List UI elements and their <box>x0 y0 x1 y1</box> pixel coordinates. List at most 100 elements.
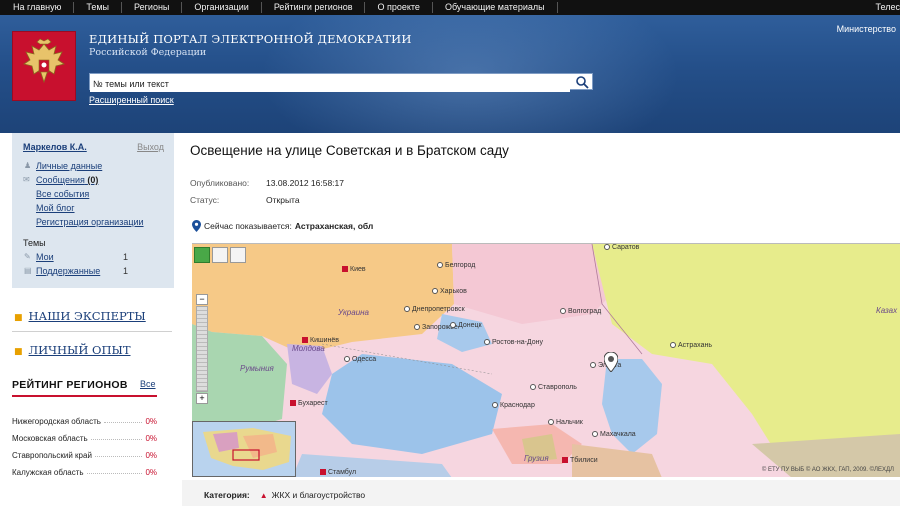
map-location-marker-icon[interactable] <box>604 352 618 372</box>
map-label-country: Грузия <box>524 454 549 463</box>
nav-regions[interactable]: Регионы <box>122 2 183 13</box>
ministry-link[interactable]: Министерство <box>837 24 896 34</box>
personal-data-link[interactable]: Личные данные <box>36 161 102 171</box>
org-registration-link[interactable]: Регистрация организации <box>36 217 144 227</box>
supported-topics-link[interactable]: Поддержанные <box>36 266 100 276</box>
map-label-city: Ставрополь <box>530 384 577 391</box>
map-label-city: Астрахань <box>670 342 712 349</box>
user-panel: Маркелов К.А. Выход ♟ Личные данные ✉ Со… <box>12 133 174 288</box>
portal-subtitle: Российской Федерации <box>89 47 207 58</box>
status-label: Статус: <box>190 195 220 205</box>
experience-link[interactable]: ■ ЛИЧНЫЙ ОПЫТ <box>14 343 131 357</box>
zoom-out-button[interactable]: − <box>196 294 208 305</box>
map-label-city: Бухарест <box>290 400 328 407</box>
rating-heading: РЕЙТИНГ РЕГИОНОВ <box>12 379 128 391</box>
published-label: Опубликовано: <box>190 178 250 188</box>
experts-link[interactable]: ■ НАШИ ЭКСПЕРТЫ <box>14 309 146 323</box>
showing-label: Сейчас показывается: <box>204 221 292 231</box>
advanced-search-link[interactable]: Расширенный поиск <box>89 95 174 105</box>
messages-count: (0) <box>87 175 99 185</box>
my-blog-link[interactable]: Мой блог <box>36 203 75 213</box>
region-name: Ставропольский край <box>12 451 92 460</box>
rating-all-link[interactable]: Все <box>140 379 156 389</box>
map-label-country: Казах <box>876 306 898 315</box>
map-label-city: Одесса <box>344 356 376 363</box>
envelope-icon: ✉ <box>23 175 30 184</box>
region-name: Нижегородская область <box>12 417 101 426</box>
map-canvas <box>192 244 900 477</box>
region-percent: 0% <box>145 451 157 460</box>
experts-label: НАШИ ЭКСПЕРТЫ <box>28 309 146 323</box>
map-label-city: Днепропетровск <box>404 306 465 313</box>
zoom-slider[interactable] <box>196 306 208 392</box>
map-label-city: Краснодар <box>492 402 535 409</box>
category-label: Категория: <box>204 490 250 500</box>
messages-label: Сообщения <box>36 175 85 185</box>
logout-link[interactable]: Выход <box>137 142 164 152</box>
map-label-city: Кишинёв <box>302 337 339 344</box>
zoom-box-tool-button[interactable] <box>212 247 228 263</box>
map-copyright: © ЕТУ ПУ ВЫБ © АО ЖКХ, ГАП, 2009. ©ЛЕХДЛ <box>761 467 894 473</box>
rating-row[interactable]: Нижегородская область 0% <box>12 417 157 426</box>
map-label-city: Махачкала <box>592 431 636 438</box>
status-value: Открыта <box>266 195 300 205</box>
portal-title: ЕДИНЫЙ ПОРТАЛ ЭЛЕКТРОННОЙ ДЕМОКРАТИИ <box>89 32 412 46</box>
map-toolbar <box>194 247 246 263</box>
zoom-control: − + <box>196 294 208 404</box>
page-title: Освещение на улице Советская и в Братско… <box>190 143 509 158</box>
map-label-city: Стамбул <box>320 469 356 476</box>
rating-row[interactable]: Калужская область 0% <box>12 468 157 477</box>
username-link[interactable]: Маркелов К.А. <box>23 142 87 152</box>
coat-of-arms-logo[interactable] <box>12 31 76 101</box>
nav-topics[interactable]: Темы <box>74 2 123 13</box>
leader-dots <box>94 451 143 457</box>
supported-topics-count: 1 <box>122 266 128 276</box>
nav-home[interactable]: На главную <box>0 2 75 13</box>
nav-right-truncated[interactable]: Телес <box>876 0 900 15</box>
leader-dots <box>103 417 143 423</box>
eagle-icon <box>23 38 65 84</box>
nav-organizations[interactable]: Организации <box>182 2 262 13</box>
thumbs-up-icon: ▤ <box>24 266 32 275</box>
ruler-tool-button[interactable] <box>230 247 246 263</box>
search-input[interactable] <box>90 76 570 92</box>
leader-dots <box>90 434 143 440</box>
region-percent: 0% <box>145 417 157 426</box>
map-label-city: Нальчик <box>548 419 583 426</box>
zoom-in-button[interactable]: + <box>196 393 208 404</box>
region-name: Московская область <box>12 434 88 443</box>
topics-heading: Темы <box>23 238 46 248</box>
portal-header: ЕДИНЫЙ ПОРТАЛ ЭЛЕКТРОННОЙ ДЕМОКРАТИИ Рос… <box>0 15 900 133</box>
nav-learning[interactable]: Обучающие материалы <box>433 2 558 13</box>
category-value[interactable]: ЖКХ и благоустройство <box>272 490 365 500</box>
search-icon[interactable] <box>575 75 589 89</box>
rating-row[interactable]: Московская область 0% <box>12 434 157 443</box>
leader-dots <box>86 468 143 474</box>
pencil-icon: ✎ <box>24 252 31 261</box>
nav-region-ratings[interactable]: Рейтинги регионов <box>262 2 366 13</box>
map-label-city: Ростов-на-Дону <box>484 339 543 346</box>
page: На главную Темы Регионы Организации Рейт… <box>0 0 900 506</box>
pan-tool-button[interactable] <box>194 247 210 263</box>
map-label-city: Тбилиси <box>562 457 598 464</box>
my-topics-link[interactable]: Мои <box>36 252 54 262</box>
region-map[interactable]: − + Киев Белгород Днепропетровск Харьков… <box>192 243 900 477</box>
house-icon: ▲ <box>259 490 268 500</box>
messages-link[interactable]: Сообщения (0) <box>36 175 98 185</box>
minimap-canvas <box>193 422 295 476</box>
map-label-country: Украина <box>338 308 369 317</box>
all-events-link[interactable]: Все события <box>36 189 89 199</box>
nav-about[interactable]: О проекте <box>365 2 433 13</box>
bullet-icon: ■ <box>14 347 23 357</box>
overview-minimap[interactable] <box>192 421 296 477</box>
region-percent: 0% <box>145 434 157 443</box>
showing-location: Сейчас показывается: Астраханская, обл <box>192 220 373 232</box>
bullet-icon: ■ <box>14 313 23 323</box>
published-value: 13.08.2012 16:58:17 <box>266 178 344 188</box>
map-label-city: Киев <box>342 266 366 273</box>
map-label-country: Румыния <box>240 364 274 373</box>
rating-row[interactable]: Ставропольский край 0% <box>12 451 157 460</box>
divider <box>12 331 172 332</box>
region-percent: 0% <box>145 468 157 477</box>
sidebar: Маркелов К.А. Выход ♟ Личные данные ✉ Со… <box>0 133 180 506</box>
